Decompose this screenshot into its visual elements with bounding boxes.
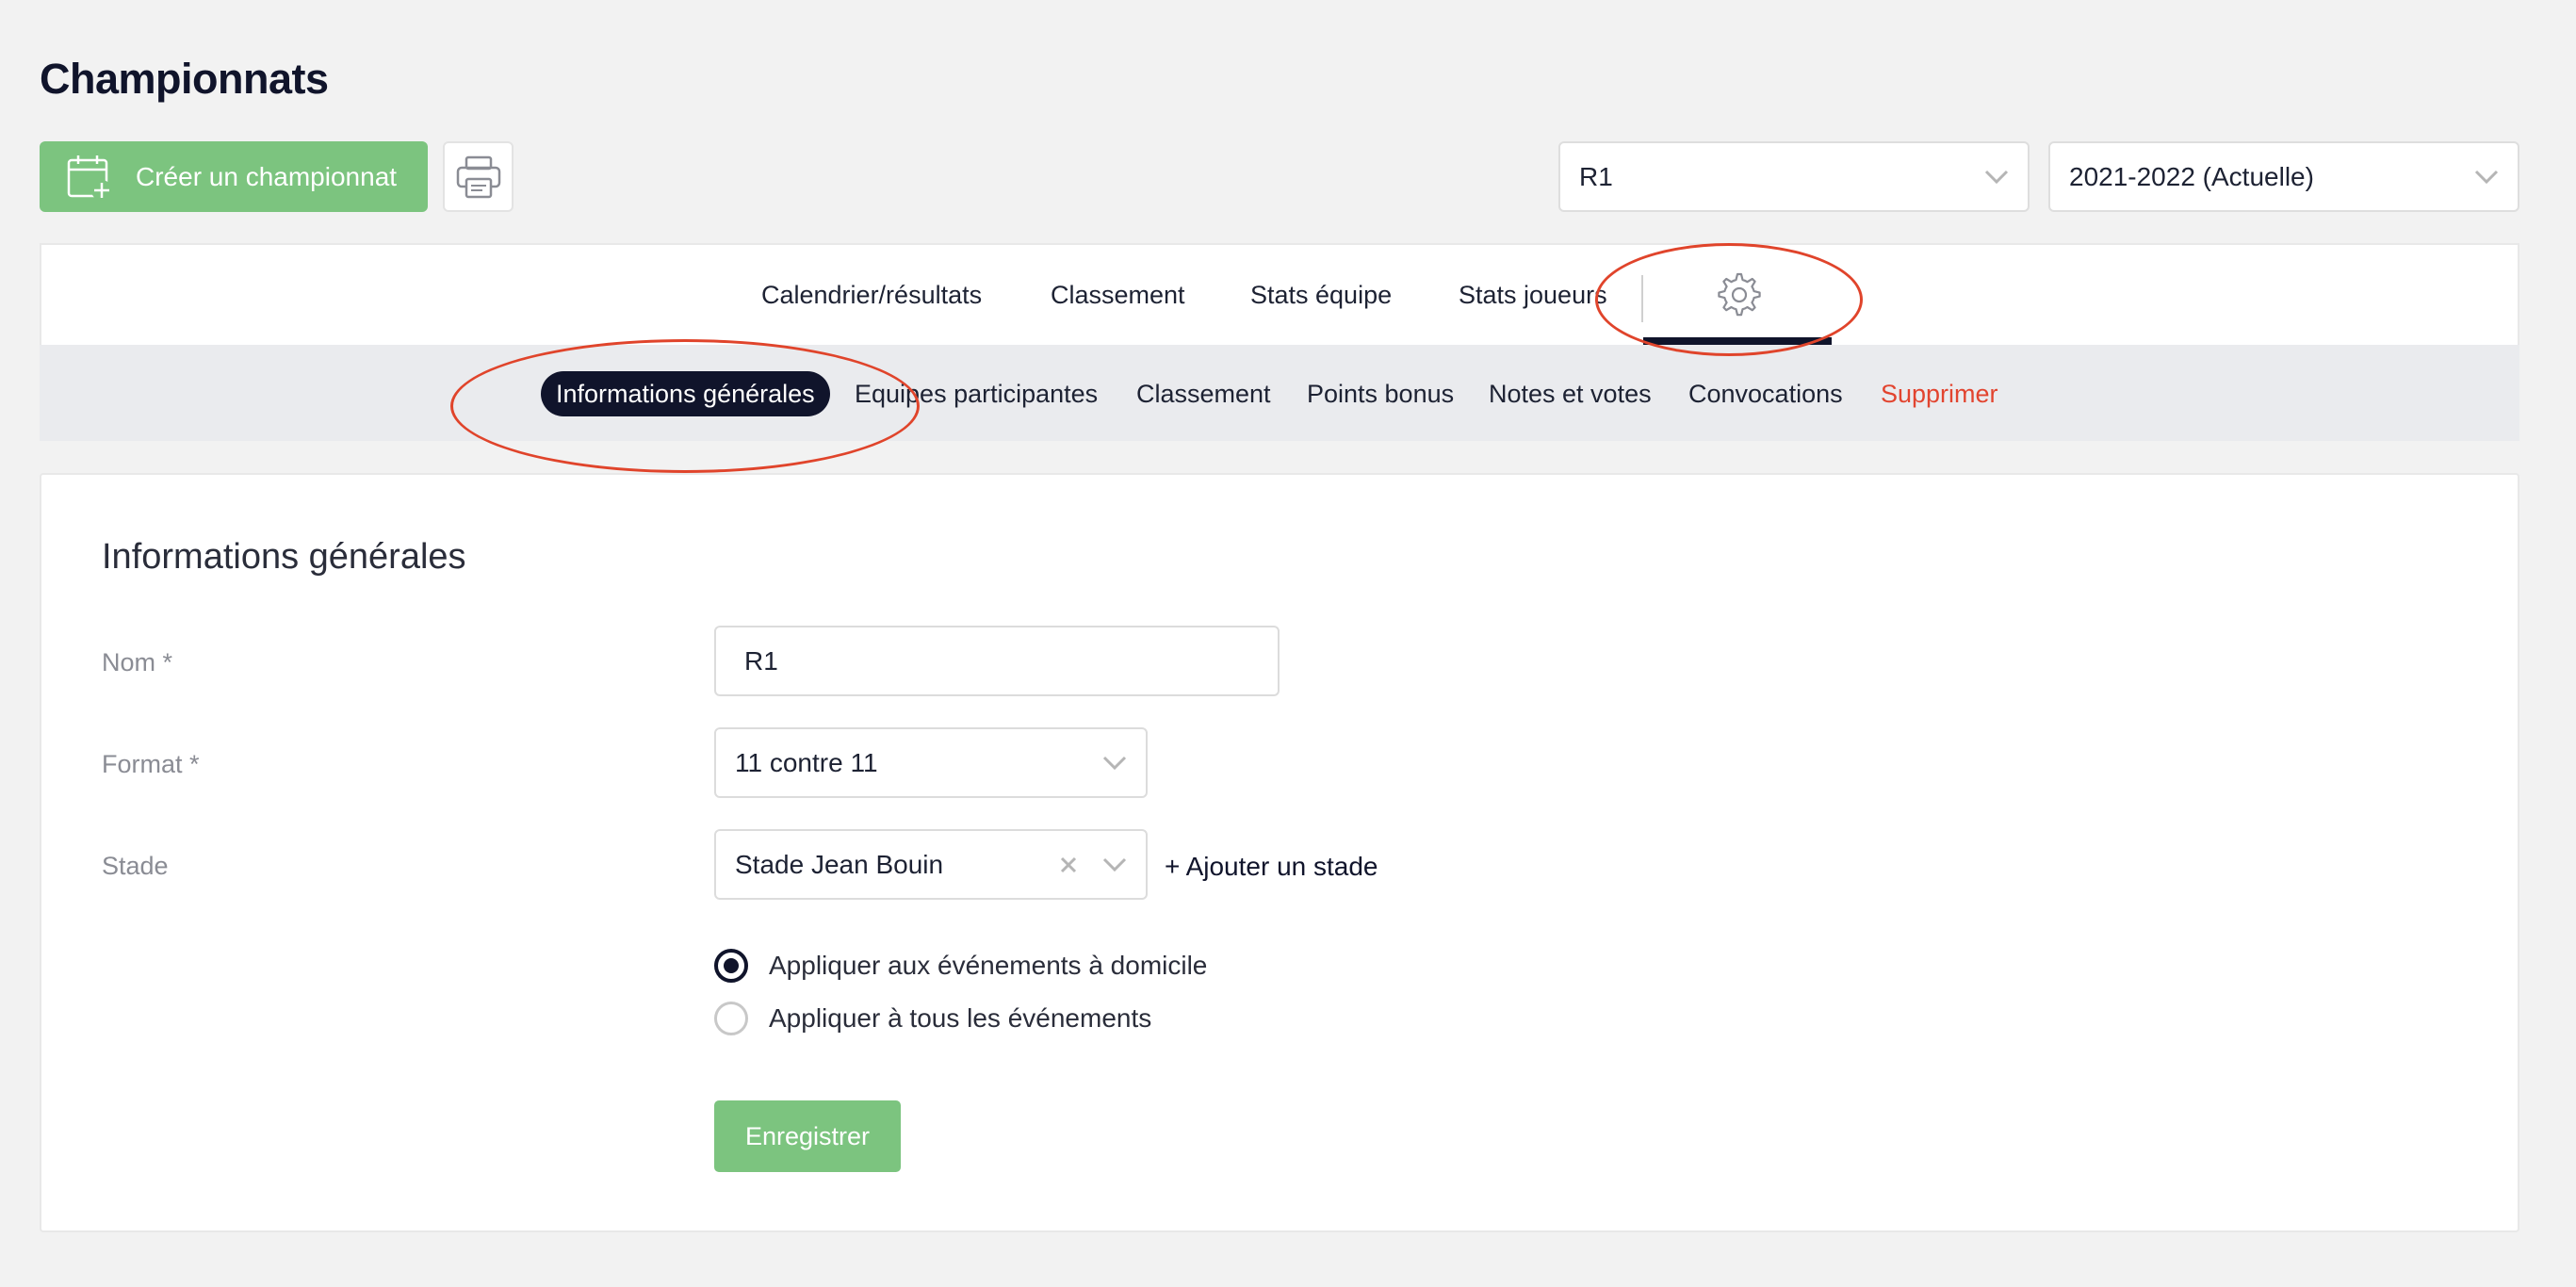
- print-button[interactable]: [443, 141, 514, 212]
- subtab-supprimer[interactable]: Supprimer: [1881, 371, 1998, 416]
- tab-calendrier[interactable]: Calendrier/résultats: [761, 245, 982, 345]
- championship-select-value: R1: [1579, 161, 1613, 191]
- nom-input[interactable]: R1: [714, 626, 1280, 696]
- radio-all-label: Appliquer à tous les événements: [769, 1003, 1152, 1033]
- radio-all-events[interactable]: Appliquer à tous les événements: [714, 1002, 1151, 1035]
- tab-classement[interactable]: Classement: [1051, 245, 1185, 345]
- nom-label: Nom *: [102, 648, 173, 676]
- subtab-classement[interactable]: Classement: [1136, 371, 1271, 416]
- radio-unchecked[interactable]: [714, 1002, 748, 1035]
- clear-icon[interactable]: [1059, 855, 1078, 874]
- sub-tab-bar: Informations générales Equipes participa…: [40, 345, 2519, 441]
- subtab-notes-et-votes[interactable]: Notes et votes: [1489, 371, 1652, 416]
- create-championship-button[interactable]: Créer un championnat: [40, 141, 428, 212]
- page-title: Championnats: [40, 55, 329, 103]
- chevron-down-icon: [2474, 170, 2499, 184]
- annotation-ellipse-subtab: [450, 339, 920, 473]
- stade-select-value: Stade Jean Bouin: [735, 849, 944, 879]
- chevron-down-icon: [1102, 857, 1127, 872]
- format-select-value: 11 contre 11: [735, 747, 878, 777]
- tab-stats-joueurs[interactable]: Stats joueurs: [1459, 245, 1607, 345]
- championship-select[interactable]: R1: [1558, 141, 2030, 212]
- stade-label: Stade: [102, 852, 169, 880]
- season-select[interactable]: 2021-2022 (Actuelle): [2048, 141, 2519, 212]
- calendar-add-icon: [67, 155, 112, 201]
- section-title: Informations générales: [102, 537, 466, 577]
- main-tab-bar: Calendrier/résultats Classement Stats éq…: [40, 243, 2519, 345]
- radio-checked[interactable]: [714, 949, 748, 983]
- add-stade-link[interactable]: + Ajouter un stade: [1165, 852, 1378, 882]
- chevron-down-icon: [1102, 756, 1127, 770]
- format-select[interactable]: 11 contre 11: [714, 727, 1148, 798]
- save-button[interactable]: Enregistrer: [714, 1100, 901, 1172]
- nom-input-value: R1: [744, 645, 778, 676]
- subtab-convocations[interactable]: Convocations: [1688, 371, 1843, 416]
- subtab-points-bonus[interactable]: Points bonus: [1307, 371, 1454, 416]
- radio-home-label: Appliquer aux événements à domicile: [769, 951, 1208, 980]
- stade-select[interactable]: Stade Jean Bouin: [714, 829, 1148, 900]
- radio-home-events[interactable]: Appliquer aux événements à domicile: [714, 949, 1207, 983]
- annotation-ellipse-settings: [1595, 243, 1863, 356]
- create-championship-label: Créer un championnat: [136, 161, 398, 191]
- format-label: Format *: [102, 750, 200, 778]
- printer-icon: [456, 155, 500, 198]
- season-select-value: 2021-2022 (Actuelle): [2069, 161, 2314, 191]
- tab-stats-equipe[interactable]: Stats équipe: [1250, 245, 1392, 345]
- chevron-down-icon: [1984, 170, 2009, 184]
